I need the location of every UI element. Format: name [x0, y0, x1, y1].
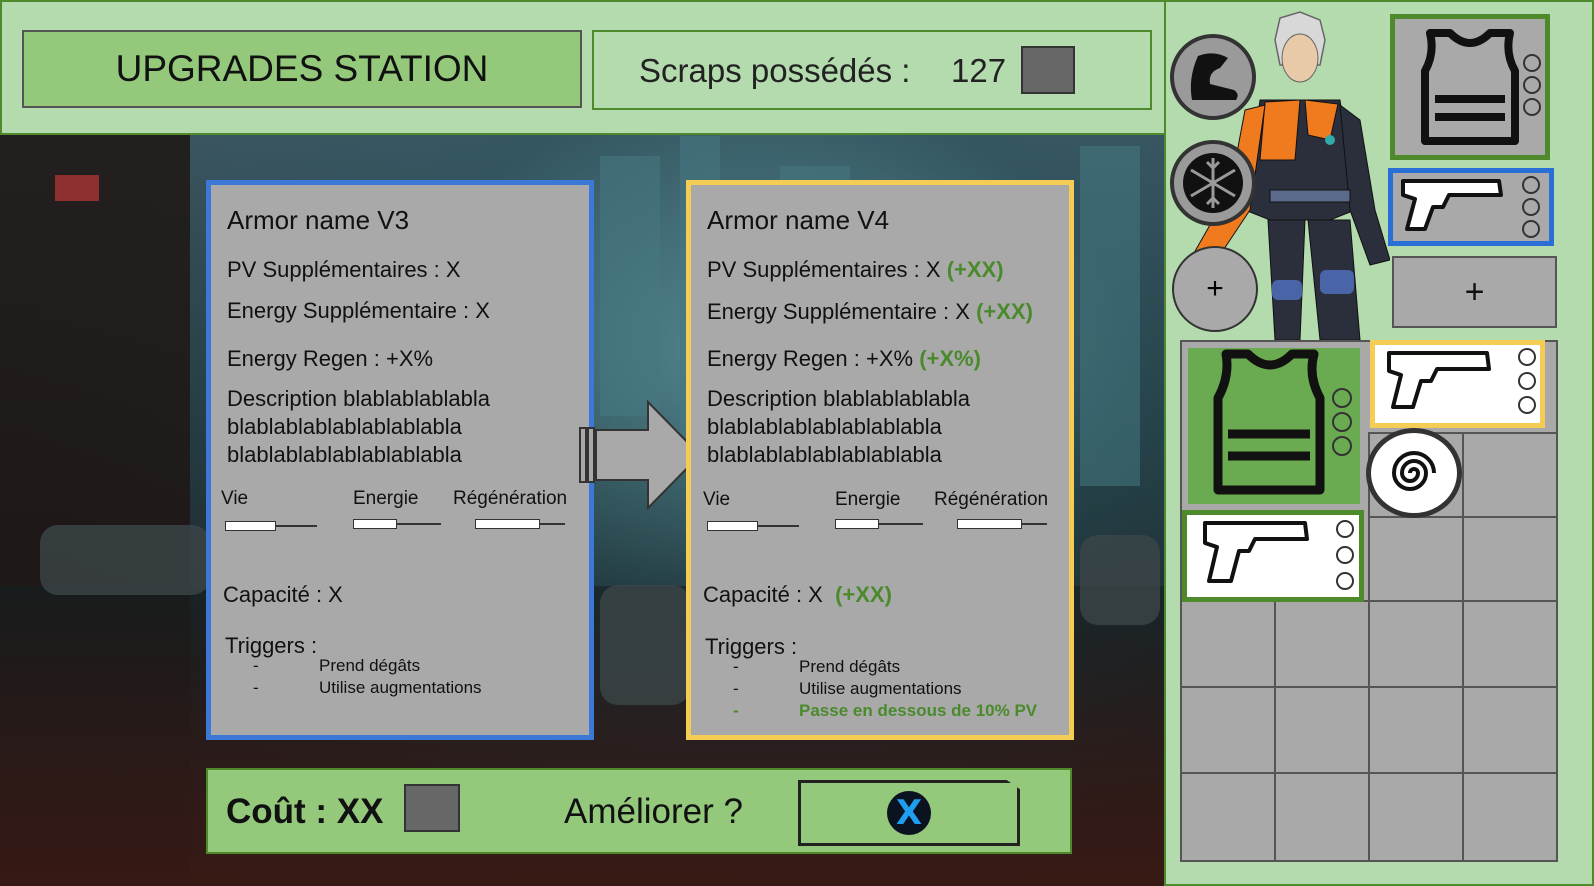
bar-label-regeneration: Régénération: [934, 489, 1049, 510]
scraps-display: Scraps possédés : 127: [592, 30, 1152, 110]
equipped-weapon-slot[interactable]: [1388, 168, 1554, 246]
current-regen-stat: Energy Regen : +X%: [227, 346, 434, 371]
scrap-currency-icon: [404, 784, 460, 832]
boot-icon: [1190, 53, 1238, 100]
bar-label-energie: Energie: [835, 489, 901, 510]
ability-slot[interactable]: [1170, 140, 1256, 226]
next-triggers-label: Triggers :: [705, 634, 798, 659]
inventory-weapon-item[interactable]: [1182, 510, 1364, 602]
confirm-upgrade-button[interactable]: X: [798, 780, 1020, 846]
current-pv-stat: PV Supplémentaires : X: [227, 257, 461, 282]
top-bar: UPGRADES STATION Scraps possédés : 127: [0, 0, 1166, 135]
capacity-bonus: (+XX): [835, 582, 892, 607]
next-capacity: Capacité : X (+XX): [703, 582, 892, 607]
vest-icon: [1213, 349, 1352, 495]
cost-bar: Coût : XX Améliorer ? X: [206, 768, 1072, 854]
vest-icon: [1421, 29, 1541, 145]
pistol-icon: [1203, 520, 1354, 590]
upgrade-question: Améliorer ?: [564, 792, 743, 831]
spiral-icon: [1391, 451, 1436, 491]
next-energy-stat: Energy Supplémentaire : X (+XX): [707, 299, 1033, 324]
current-capacity: Capacité : X: [223, 582, 343, 607]
inventory-weapon-item[interactable]: [1370, 340, 1545, 428]
x-button-icon: X: [887, 791, 931, 835]
upgrade-arrow-icon: [579, 400, 702, 510]
current-armor-name: Armor name V3: [227, 205, 410, 235]
pistol-icon: [1401, 176, 1540, 238]
scraps-label: Scraps possédés :: [639, 52, 911, 89]
page-title: UPGRADES STATION: [22, 30, 582, 108]
energie-bar: [353, 519, 441, 529]
vie-bar: [225, 521, 317, 531]
vie-bar: [707, 521, 799, 531]
ability-slot[interactable]: [1170, 34, 1256, 120]
current-energy-stat: Energy Supplémentaire : X: [227, 298, 490, 323]
inventory-armor-item[interactable]: [1188, 348, 1360, 504]
equipped-armor-slot[interactable]: [1390, 14, 1550, 160]
next-armor-name: Armor name V4: [707, 205, 890, 235]
add-ability-button[interactable]: +: [1172, 246, 1258, 332]
bar-label-regeneration: Régénération: [453, 488, 568, 509]
next-regen-stat: Energy Regen : +X% (+X%): [707, 346, 981, 371]
energy-bonus: (+XX): [976, 299, 1033, 324]
bar-label-vie: Vie: [703, 489, 731, 510]
scraps-count: 127: [951, 52, 1007, 89]
bar-label-energie: Energie: [353, 488, 419, 509]
pistol-icon: [1387, 348, 1536, 414]
regeneration-bar: [475, 519, 565, 529]
next-pv-stat: PV Supplémentaires : X (+XX): [707, 257, 1004, 282]
inventory-vortex-item[interactable]: [1366, 428, 1462, 518]
cost-label: Coût : XX: [226, 792, 384, 831]
current-armor-card: Armor name V3 PV Supplémentaires : X Ene…: [206, 180, 594, 740]
snowflake-icon: [1183, 153, 1243, 213]
energie-bar: [835, 519, 923, 529]
next-description: Description blablablablabla blablablabla…: [707, 386, 970, 467]
next-armor-card: Armor name V4 PV Supplémentaires : X (+X…: [686, 180, 1074, 740]
scrap-currency-icon: [1021, 46, 1075, 94]
pv-bonus: (+XX): [946, 257, 1004, 282]
regen-bonus: (+X%): [919, 346, 981, 371]
add-equipment-slot[interactable]: +: [1392, 256, 1557, 328]
current-description: Description blablablablabla blablablabla…: [227, 386, 490, 467]
bar-label-vie: Vie: [221, 488, 249, 509]
current-triggers-label: Triggers :: [225, 633, 318, 658]
regeneration-bar: [957, 519, 1047, 529]
